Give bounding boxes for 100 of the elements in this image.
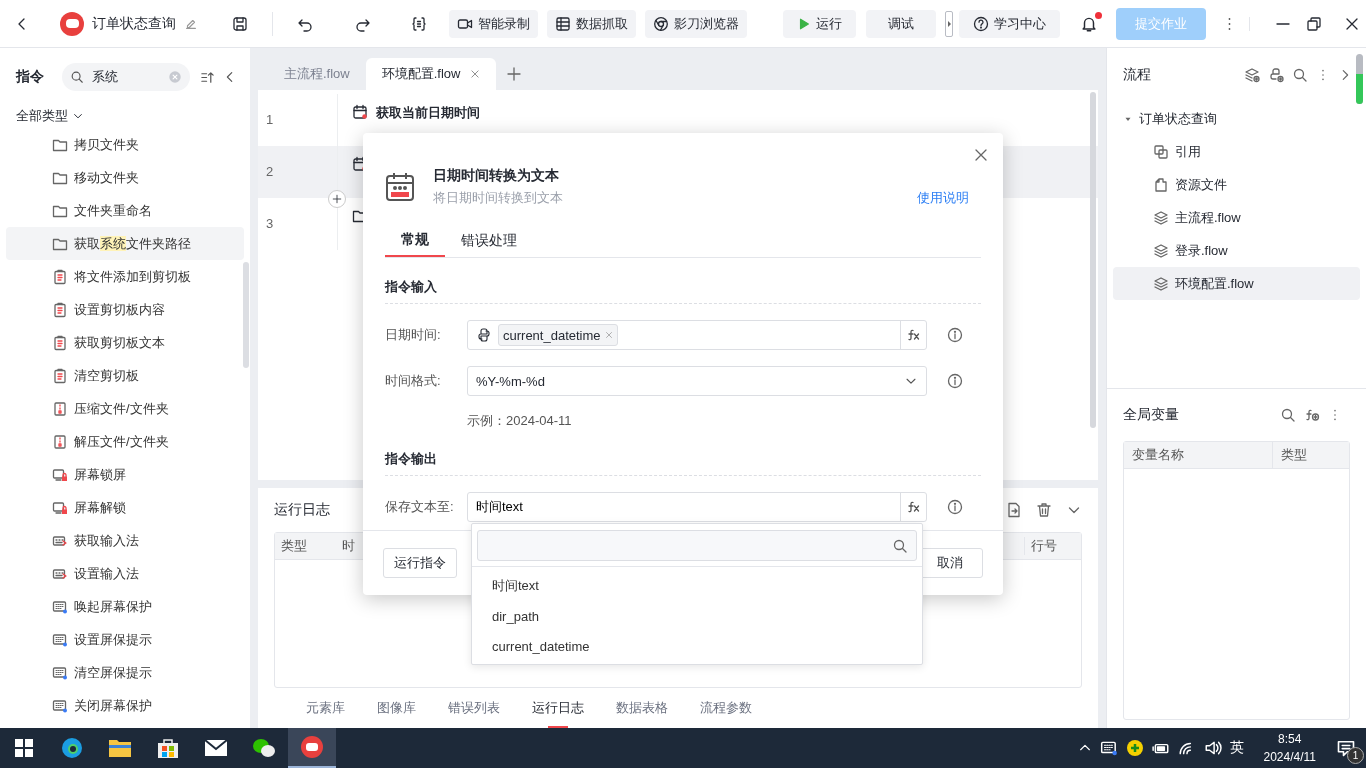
tree-item[interactable]: 登录.flow bbox=[1113, 234, 1360, 267]
info-icon[interactable] bbox=[947, 373, 963, 389]
add-tab-button[interactable] bbox=[506, 65, 523, 82]
column-header: 行号 bbox=[1024, 537, 1081, 555]
clipboard-icon bbox=[52, 367, 68, 384]
lock-icon bbox=[52, 499, 68, 516]
column-header: 类型 bbox=[1280, 446, 1307, 464]
project-title: 订单状态查询 bbox=[92, 14, 176, 33]
format-example: 示例：2024-04-11 bbox=[466, 412, 573, 430]
store-app-icon[interactable] bbox=[157, 737, 179, 759]
dialog-title: 日期时间转换为文本 bbox=[433, 167, 560, 185]
toolbar-button[interactable]: 智能录制 bbox=[449, 9, 538, 38]
debug-button[interactable]: 调试 bbox=[866, 9, 936, 38]
search-input[interactable]: 系统 bbox=[90, 68, 162, 86]
input-method[interactable]: 英 bbox=[1229, 739, 1244, 757]
panel-tab[interactable]: 运行日志 bbox=[516, 688, 600, 728]
search-icon[interactable] bbox=[1280, 407, 1296, 423]
dropdown-search-field[interactable] bbox=[477, 530, 917, 561]
dropdown-option[interactable]: dir_path bbox=[472, 601, 922, 631]
browser-app-icon[interactable] bbox=[60, 736, 84, 760]
command-item[interactable]: 唤起屏幕保护 bbox=[6, 590, 244, 623]
scrollbar[interactable] bbox=[243, 262, 249, 368]
toolbar-button[interactable]: 影刀浏览器 bbox=[645, 9, 747, 38]
run-button[interactable]: 运行 bbox=[783, 9, 856, 38]
table-icon bbox=[555, 15, 571, 32]
command-item[interactable]: 移动文件夹 bbox=[6, 161, 244, 194]
command-item[interactable]: 解压文件/文件夹 bbox=[6, 425, 244, 458]
screen-icon[interactable] bbox=[1099, 739, 1118, 757]
scrollbar[interactable] bbox=[1090, 91, 1096, 428]
command-item[interactable]: 清空屏保提示 bbox=[6, 656, 244, 689]
command-item[interactable]: 设置屏保提示 bbox=[6, 623, 244, 656]
add-layer-icon[interactable] bbox=[1244, 67, 1260, 83]
command-item[interactable]: 将文件添加到剪切板 bbox=[6, 260, 244, 293]
panel-tab[interactable]: 数据表格 bbox=[600, 688, 684, 728]
learning-center-button[interactable]: 学习中心 bbox=[959, 9, 1060, 38]
file-tab[interactable]: 主流程.flow bbox=[268, 57, 366, 90]
panel-tab[interactable]: 图像库 bbox=[361, 688, 432, 728]
save-button[interactable] bbox=[232, 15, 248, 32]
notification-icon[interactable] bbox=[1336, 738, 1356, 758]
tree-item[interactable]: 资源文件 bbox=[1113, 168, 1360, 201]
tree-item[interactable]: 环境配置.flow bbox=[1113, 267, 1360, 300]
plus-app-icon[interactable] bbox=[1125, 739, 1144, 757]
clock[interactable]: 8:54 2024/4/11 bbox=[1263, 730, 1316, 766]
field-label: 保存文本至: bbox=[385, 498, 455, 516]
more-button[interactable] bbox=[1228, 16, 1231, 31]
file-tab[interactable]: 环境配置.flow bbox=[365, 57, 497, 90]
dialog-tab[interactable]: 错误处理 bbox=[445, 225, 533, 257]
section-title: 指令输出 bbox=[385, 450, 981, 476]
help-link[interactable]: 使用说明 bbox=[917, 189, 969, 207]
dropdown-option[interactable]: current_datetime bbox=[472, 631, 922, 661]
format-select[interactable]: %Y-%m-%d bbox=[467, 366, 927, 396]
command-item[interactable]: 设置剪切板内容 bbox=[6, 293, 244, 326]
robot-app-icon[interactable] bbox=[300, 735, 324, 759]
folder-app-icon[interactable] bbox=[108, 737, 132, 759]
command-item[interactable]: 关闭屏幕保护 bbox=[6, 689, 244, 722]
expand-handle[interactable] bbox=[945, 10, 953, 37]
datetime-field[interactable]: current_datetime bbox=[467, 320, 927, 350]
command-item[interactable]: 获取系统文件夹路径 bbox=[6, 227, 244, 260]
command-item[interactable]: 屏幕锁屏 bbox=[6, 458, 244, 491]
type-filter[interactable]: 全部类型 bbox=[16, 107, 68, 125]
text-input[interactable]: 时间text bbox=[468, 493, 900, 521]
panel-tab[interactable]: 流程参数 bbox=[684, 688, 768, 728]
tree-item[interactable]: 主流程.flow bbox=[1113, 201, 1360, 234]
command-item[interactable]: 压缩文件/文件夹 bbox=[6, 392, 244, 425]
mail-app-icon[interactable] bbox=[204, 739, 228, 757]
column-header: 变量名称 bbox=[1124, 442, 1273, 468]
command-item[interactable]: 获取剪切板文本 bbox=[6, 326, 244, 359]
close-icon bbox=[973, 147, 989, 163]
variables-button[interactable] bbox=[411, 15, 427, 32]
add-python-icon[interactable] bbox=[1268, 67, 1284, 83]
search-field[interactable]: 系统 bbox=[62, 63, 190, 91]
dialog-button[interactable]: 运行指令 bbox=[383, 548, 457, 578]
more-icon bbox=[1228, 16, 1231, 31]
chat-app-icon[interactable] bbox=[252, 737, 276, 759]
toolbar-button[interactable]: 数据抓取 bbox=[547, 9, 636, 38]
tree-item[interactable]: 引用 bbox=[1113, 135, 1360, 168]
restore-button[interactable] bbox=[1306, 15, 1322, 32]
dialog-subtitle: 将日期时间转换到文本 bbox=[433, 189, 563, 207]
close-icon[interactable] bbox=[470, 68, 481, 79]
dialog-tab[interactable]: 常规 bbox=[385, 225, 445, 257]
scrollbar[interactable] bbox=[1356, 54, 1363, 104]
export-icon[interactable] bbox=[1006, 502, 1022, 518]
speaker-icon[interactable] bbox=[1203, 739, 1222, 757]
panel-tab[interactable]: 错误列表 bbox=[432, 688, 516, 728]
sort-button[interactable] bbox=[200, 69, 215, 85]
variable-chip[interactable]: current_datetime bbox=[498, 324, 618, 346]
command-item[interactable]: 文件夹重命名 bbox=[6, 194, 244, 227]
tree-item[interactable]: 订单状态查询 bbox=[1113, 102, 1360, 135]
command-item[interactable]: 设置输入法 bbox=[6, 557, 244, 590]
command-item[interactable]: 清空剪切板 bbox=[6, 359, 244, 392]
info-icon[interactable] bbox=[947, 327, 963, 343]
add-function-icon[interactable] bbox=[1304, 407, 1320, 423]
search-icon[interactable] bbox=[1292, 67, 1308, 83]
panel-tab[interactable]: 元素库 bbox=[290, 688, 361, 728]
info-icon[interactable] bbox=[947, 499, 963, 515]
minimize-button[interactable] bbox=[1276, 22, 1290, 25]
command-item[interactable]: 拷贝文件夹 bbox=[6, 128, 244, 161]
command-item[interactable]: 屏幕解锁 bbox=[6, 491, 244, 524]
trash-icon[interactable] bbox=[1036, 502, 1052, 518]
command-item[interactable]: 获取输入法 bbox=[6, 524, 244, 557]
